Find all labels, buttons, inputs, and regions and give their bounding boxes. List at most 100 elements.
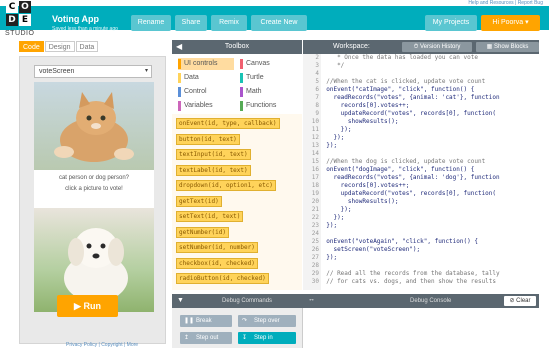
code-line[interactable]: 4 — [303, 70, 539, 78]
logo-letter: D — [6, 14, 18, 26]
clear-label: Clear — [516, 298, 531, 304]
cat-image[interactable] — [34, 82, 154, 170]
code-block[interactable]: button(id, text) — [176, 133, 240, 145]
tab-code[interactable]: Code — [19, 41, 44, 52]
debug-header: ▼ Debug Commands ↔ Debug Console ⊘ Clear — [172, 294, 539, 308]
code-line[interactable]: 12 }); — [303, 134, 539, 142]
footer-links[interactable]: Privacy Policy | Copyright | More — [66, 342, 138, 348]
code-block[interactable]: getText(id) — [176, 195, 222, 207]
category-color-swatch — [178, 101, 181, 111]
remix-button[interactable]: Remix — [211, 15, 247, 31]
code-line[interactable]: 25 onEvent("voteAgain", "click", functio… — [303, 238, 539, 246]
code-text: showResults(); — [326, 198, 399, 205]
code-block[interactable]: textLabel(id, text) — [176, 164, 251, 176]
code-line[interactable]: 15 //When the dog is clicked, update vot… — [303, 158, 539, 166]
create-new-button[interactable]: Create New — [251, 15, 307, 31]
toolbox-category[interactable]: UI controls — [178, 58, 234, 70]
code-line[interactable]: 20 showResults(); — [303, 198, 539, 206]
code-block[interactable]: radioButton(id, checked) — [176, 273, 269, 284]
screen-select-value: voteScreen — [39, 68, 75, 75]
code-text: // Read all the records from the databas… — [326, 270, 500, 277]
code-line[interactable]: 19 updateRecord("votes", records[0], fun… — [303, 190, 539, 198]
vote-prompt-line-2: click a picture to vote! — [65, 186, 123, 192]
code-line[interactable]: 11 }); — [303, 126, 539, 134]
show-blocks-button[interactable]: ▦ Show Blocks — [476, 42, 539, 52]
header-bar: Voting App Saved less than a minute ago … — [0, 6, 549, 32]
category-color-swatch — [240, 101, 243, 111]
code-line[interactable]: 7 readRecords("votes", {animal: 'cat'}, … — [303, 94, 539, 102]
toolbox-category[interactable]: Math — [240, 86, 296, 98]
step-in-button[interactable]: ↧ Step in — [238, 332, 296, 344]
code-text: updateRecord("votes", records[0], functi… — [326, 190, 497, 197]
code-line[interactable]: 24 — [303, 230, 539, 238]
code-text: */ — [326, 62, 345, 69]
tab-design[interactable]: Design — [44, 41, 75, 52]
code-line[interactable]: 3 */ — [303, 62, 539, 70]
break-button[interactable]: ❚❚ Break — [180, 315, 232, 327]
version-history-button[interactable]: ⏱ Version History — [402, 42, 472, 52]
code-editor[interactable]: 2 * Once the data has loaded you can vot… — [303, 54, 539, 290]
code-line[interactable]: 14 — [303, 150, 539, 158]
code-text: onEvent("voteAgain", "click", function()… — [326, 238, 478, 245]
code-block[interactable]: onEvent(id, type, callback) — [176, 118, 280, 129]
code-block[interactable]: setNumber(id, number) — [176, 242, 258, 253]
rename-button[interactable]: Rename — [131, 15, 171, 31]
code-line[interactable]: 2 * Once the data has loaded you can vot… — [303, 54, 539, 62]
step-out-button[interactable]: ↥ Step out — [180, 332, 232, 344]
line-number: 25 — [311, 238, 319, 245]
step-over-button[interactable]: ↷ Step over — [238, 315, 296, 327]
code-line[interactable]: 8 records[0].votes++; — [303, 102, 539, 110]
line-number: 16 — [311, 166, 319, 173]
workspace-header: Workspace: ⏱ Version History ▦ Show Bloc… — [303, 40, 539, 54]
tab-data[interactable]: Data — [75, 41, 99, 52]
toolbox-category[interactable]: Variables — [178, 100, 234, 112]
code-line[interactable]: 30 // for cats vs. dogs, and then show t… — [303, 278, 539, 286]
code-line[interactable]: 28 — [303, 262, 539, 270]
toolbox-category[interactable]: Turtle — [240, 72, 296, 84]
toolbox-category[interactable]: Data — [178, 72, 234, 84]
code-line[interactable]: 29 // Read all the records from the data… — [303, 270, 539, 278]
code-line[interactable]: 6 onEvent("catImage", "click", function(… — [303, 86, 539, 94]
my-projects-button[interactable]: My Projects — [425, 15, 477, 31]
code-line[interactable]: 26 setScreen("voteScreen"); — [303, 246, 539, 254]
category-label: Variables — [184, 102, 213, 109]
code-block[interactable]: checkbox(id, checked) — [176, 257, 258, 269]
code-line[interactable]: 22 }); — [303, 214, 539, 222]
code-line[interactable]: 27 }); — [303, 254, 539, 262]
code-line[interactable]: 18 records[0].votes++; — [303, 182, 539, 190]
code-line[interactable]: 5 //When the cat is clicked, update vote… — [303, 78, 539, 86]
category-color-swatch — [240, 59, 243, 69]
line-number: 6 — [315, 86, 319, 93]
collapse-debug-icon[interactable]: ▼ — [177, 297, 184, 304]
step-out-label: Step out — [196, 335, 219, 341]
code-block[interactable]: textInput(id, text) — [176, 149, 251, 160]
code-line[interactable]: 13 }); — [303, 142, 539, 150]
logo-letter: O — [19, 1, 31, 13]
debug-console[interactable] — [302, 308, 539, 348]
code-line[interactable]: 17 readRecords("votes", {animal: 'dog'},… — [303, 174, 539, 182]
line-number: 29 — [311, 270, 319, 277]
toolbox-category[interactable]: Functions — [240, 100, 296, 112]
code-block[interactable]: setText(id, text) — [176, 211, 244, 222]
code-line[interactable]: 16 onEvent("dogImage", "click", function… — [303, 166, 539, 174]
line-number: 14 — [311, 150, 319, 157]
toolbox-category[interactable]: Control — [178, 86, 234, 98]
clear-console-button[interactable]: ⊘ Clear — [504, 296, 536, 306]
code-line[interactable]: 23 }); — [303, 222, 539, 230]
screen-select[interactable]: voteScreen ▾ — [34, 65, 152, 78]
user-menu-button[interactable]: Hi Poorva ▾ — [481, 15, 540, 31]
code-line[interactable]: 21 }); — [303, 206, 539, 214]
step-in-icon: ↧ — [242, 335, 248, 341]
collapse-toolbox-icon[interactable]: ◀ — [176, 40, 182, 54]
chevron-down-icon: ▾ — [144, 68, 148, 74]
code-line[interactable]: 9 updateRecord("votes", records[0], func… — [303, 110, 539, 118]
toolbox-category[interactable]: Canvas — [240, 58, 296, 70]
code-line[interactable]: 10 showResults(); — [303, 118, 539, 126]
share-button[interactable]: Share — [175, 15, 207, 31]
run-button[interactable]: ▶ Run — [57, 295, 118, 317]
code-block[interactable]: dropdown(id, option1, etc) — [176, 180, 276, 191]
slider-icon[interactable]: ↔ — [308, 296, 315, 303]
code-block[interactable]: getNumber(id) — [176, 226, 229, 238]
code-logo[interactable]: C O D E — [6, 1, 32, 27]
category-label: Math — [246, 88, 262, 95]
